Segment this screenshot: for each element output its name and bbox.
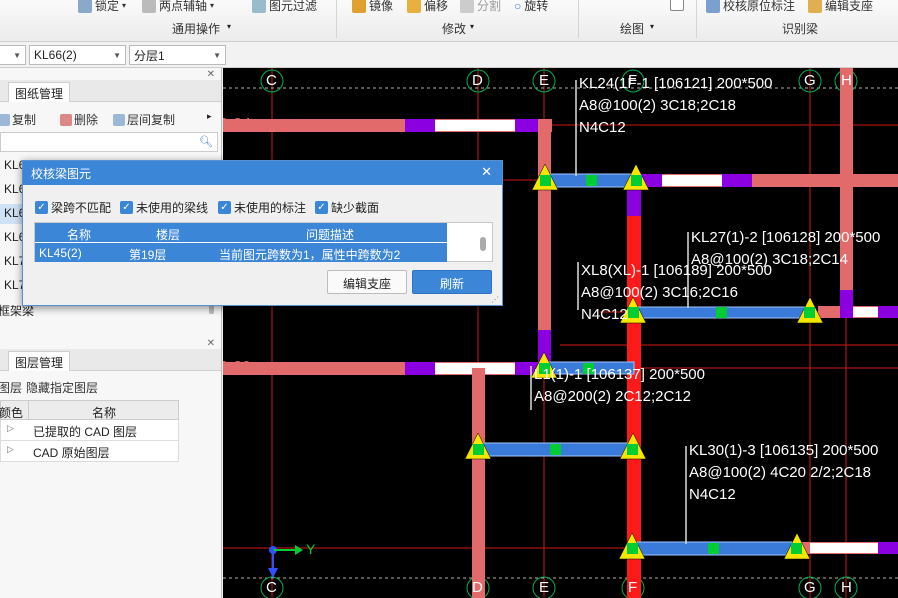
check-icon: ✓ xyxy=(35,201,48,214)
show-layer-button[interactable]: 图层 xyxy=(0,379,22,396)
rotate-button[interactable]: ○ 旋转 xyxy=(514,0,548,14)
tab-layer-management[interactable]: 图层管理 xyxy=(8,351,71,371)
checkbox-unused-label[interactable]: ✓ 未使用的标注 xyxy=(218,199,306,216)
close-icon[interactable]: ✕ xyxy=(207,338,215,349)
coord-y-label: Y xyxy=(306,541,316,557)
search-input[interactable]: 🔍︎ xyxy=(0,132,218,152)
draw-icon xyxy=(670,0,684,11)
group-modify: 修改 xyxy=(442,22,467,36)
split-button[interactable]: 分割 xyxy=(460,0,501,14)
check-icon: ✓ xyxy=(120,201,133,214)
refresh-button[interactable]: 刷新 xyxy=(412,270,492,294)
resize-grip-icon[interactable]: ⋰ xyxy=(491,295,499,304)
beam-annotation[interactable]: KL24(1F-1 [106121] 200*500 A8@100(2) 3C1… xyxy=(579,73,772,139)
chevron-down-icon: ▼ xyxy=(213,50,221,60)
table-row[interactable]: ▷ CAD 原始图层 xyxy=(0,441,179,462)
edit-support-icon xyxy=(808,0,822,13)
layer-copy-button[interactable]: 层间复制 xyxy=(113,111,175,128)
group-identify: 识别梁 xyxy=(782,22,819,36)
axis-icon xyxy=(142,0,156,13)
chevron-down-icon: ▼ xyxy=(13,50,21,60)
drawing-canvas[interactable]: C D E F G H C D E F G H 2-24 2-29 Y KL24… xyxy=(223,68,898,598)
checkbox-missing-section[interactable]: ✓ 缺少截面 xyxy=(315,199,379,216)
close-icon[interactable]: ✕ xyxy=(207,69,215,80)
checkbox-unused-beam-line[interactable]: ✓ 未使用的梁线 xyxy=(120,199,208,216)
element-select[interactable]: KL66(2) ▼ xyxy=(29,45,126,65)
group-draw: 绘图 xyxy=(620,22,645,36)
split-icon xyxy=(460,0,474,13)
property-toolbar: ▼ KL66(2) ▼ 分层1 ▼ xyxy=(0,42,898,68)
axis-label: G xyxy=(804,579,816,596)
table-header: 名称 楼层 问题描述 xyxy=(35,223,447,242)
search-icon: 🔍︎ xyxy=(199,136,213,148)
beam-annotation[interactable]: KL30(1)-3 [106135] 200*500 A8@100(2) 4C2… xyxy=(689,440,878,506)
chevron-down-icon: ▼ xyxy=(113,50,121,60)
table-row[interactable]: ▷ 已提取的 CAD 图层 xyxy=(0,420,179,441)
check-beam-dialog: 校核梁图元 ✕ ✓ 梁跨不匹配 ✓ 未使用的梁线 ✓ 未使用的标注 ✓ 缺少截面 名称 … xyxy=(22,160,503,306)
beam-annotation[interactable]: L1(1)-1 [106137] 200*500 A8@200(2) 2C12;… xyxy=(534,364,705,408)
checkbox-span-mismatch[interactable]: ✓ 梁跨不匹配 xyxy=(35,199,111,216)
mirror-button[interactable]: 镜像 xyxy=(352,0,393,14)
check-label-icon xyxy=(706,0,720,13)
layer-copy-icon xyxy=(113,113,125,126)
dialog-title: 校核梁图元 ✕ xyxy=(23,161,502,185)
delete-icon xyxy=(60,113,72,126)
hide-layer-button[interactable]: 隐藏指定图层 xyxy=(26,379,98,396)
delete-button[interactable]: 删除 xyxy=(60,111,98,128)
copy-button[interactable]: 复制 xyxy=(0,111,36,128)
group-general: 通用操作 xyxy=(172,22,221,36)
drawing-panel-header: 图纸管理 xyxy=(0,80,221,102)
filter-icon xyxy=(252,0,266,13)
expand-icon[interactable]: ▷ xyxy=(7,444,14,455)
beam-annotation[interactable]: XL8(XL)-1 [106189] 200*500 A8@100(2) 3C1… xyxy=(581,260,772,326)
axis-label: E xyxy=(539,72,550,89)
close-icon[interactable]: ✕ xyxy=(481,164,492,180)
draw-button[interactable] xyxy=(670,0,684,11)
layer-table-header: 颜色 名称 xyxy=(0,400,179,420)
axis-label: E xyxy=(539,579,550,596)
axis-label: C xyxy=(266,72,277,89)
row-axis-label: 2-29 xyxy=(223,359,252,376)
layer-panel-header: 图层管理 xyxy=(0,349,221,371)
axis-label: G xyxy=(804,72,816,89)
copy-icon xyxy=(0,113,10,126)
axis-label: H xyxy=(841,579,852,596)
offset-button[interactable]: 偏移 xyxy=(407,0,448,14)
ribbon: 锁定 ▾ 两点辅轴 ▾ 图元过滤 通用操作 ▾ 镜像 偏移 分割 ○ 旋转 修改 ▾ … xyxy=(0,0,898,42)
edit-support-button[interactable]: 编辑支座 xyxy=(327,270,407,294)
layer-select[interactable]: 分层1 ▼ xyxy=(129,45,226,65)
left-panel: ✕ 图纸管理 复制 删除 层间复制 ▸ 🔍︎ KL6 KL6 KL6 KL6 K… xyxy=(0,68,222,598)
two-point-axis-button[interactable]: 两点辅轴 ▾ xyxy=(142,0,214,14)
lock-button[interactable]: 锁定 ▾ xyxy=(78,0,126,14)
edit-support-button[interactable]: 编辑支座 xyxy=(808,0,873,14)
rotate-icon: ○ xyxy=(514,0,522,13)
lock-icon xyxy=(78,0,92,13)
filter-button[interactable]: 图元过滤 xyxy=(252,0,317,14)
axis-label: F xyxy=(628,579,638,596)
offset-icon xyxy=(407,0,421,13)
tab-drawing-management[interactable]: 图纸管理 xyxy=(8,82,71,102)
row-axis-label: 2-24 xyxy=(223,116,252,133)
expand-icon[interactable]: ▷ xyxy=(7,423,14,434)
table-row[interactable]: KL45(2) 第19层 当前图元跨数为1，属性中跨数为2 xyxy=(35,243,447,262)
type-select[interactable]: ▼ xyxy=(0,45,26,65)
more-icon[interactable]: ▸ xyxy=(207,111,212,122)
mirror-icon xyxy=(352,0,366,13)
issue-table: 名称 楼层 问题描述 KL45(2) 第19层 当前图元跨数为1，属性中跨数为2 xyxy=(34,222,493,262)
check-label-button[interactable]: 校核原位标注 xyxy=(706,0,795,14)
check-icon: ✓ xyxy=(218,201,231,214)
axis-label: H xyxy=(841,72,852,89)
axis-label: D xyxy=(472,579,483,596)
scrollbar[interactable] xyxy=(480,237,486,251)
axis-label: C xyxy=(266,579,277,596)
axis-label: D xyxy=(472,72,483,89)
check-icon: ✓ xyxy=(315,201,328,214)
